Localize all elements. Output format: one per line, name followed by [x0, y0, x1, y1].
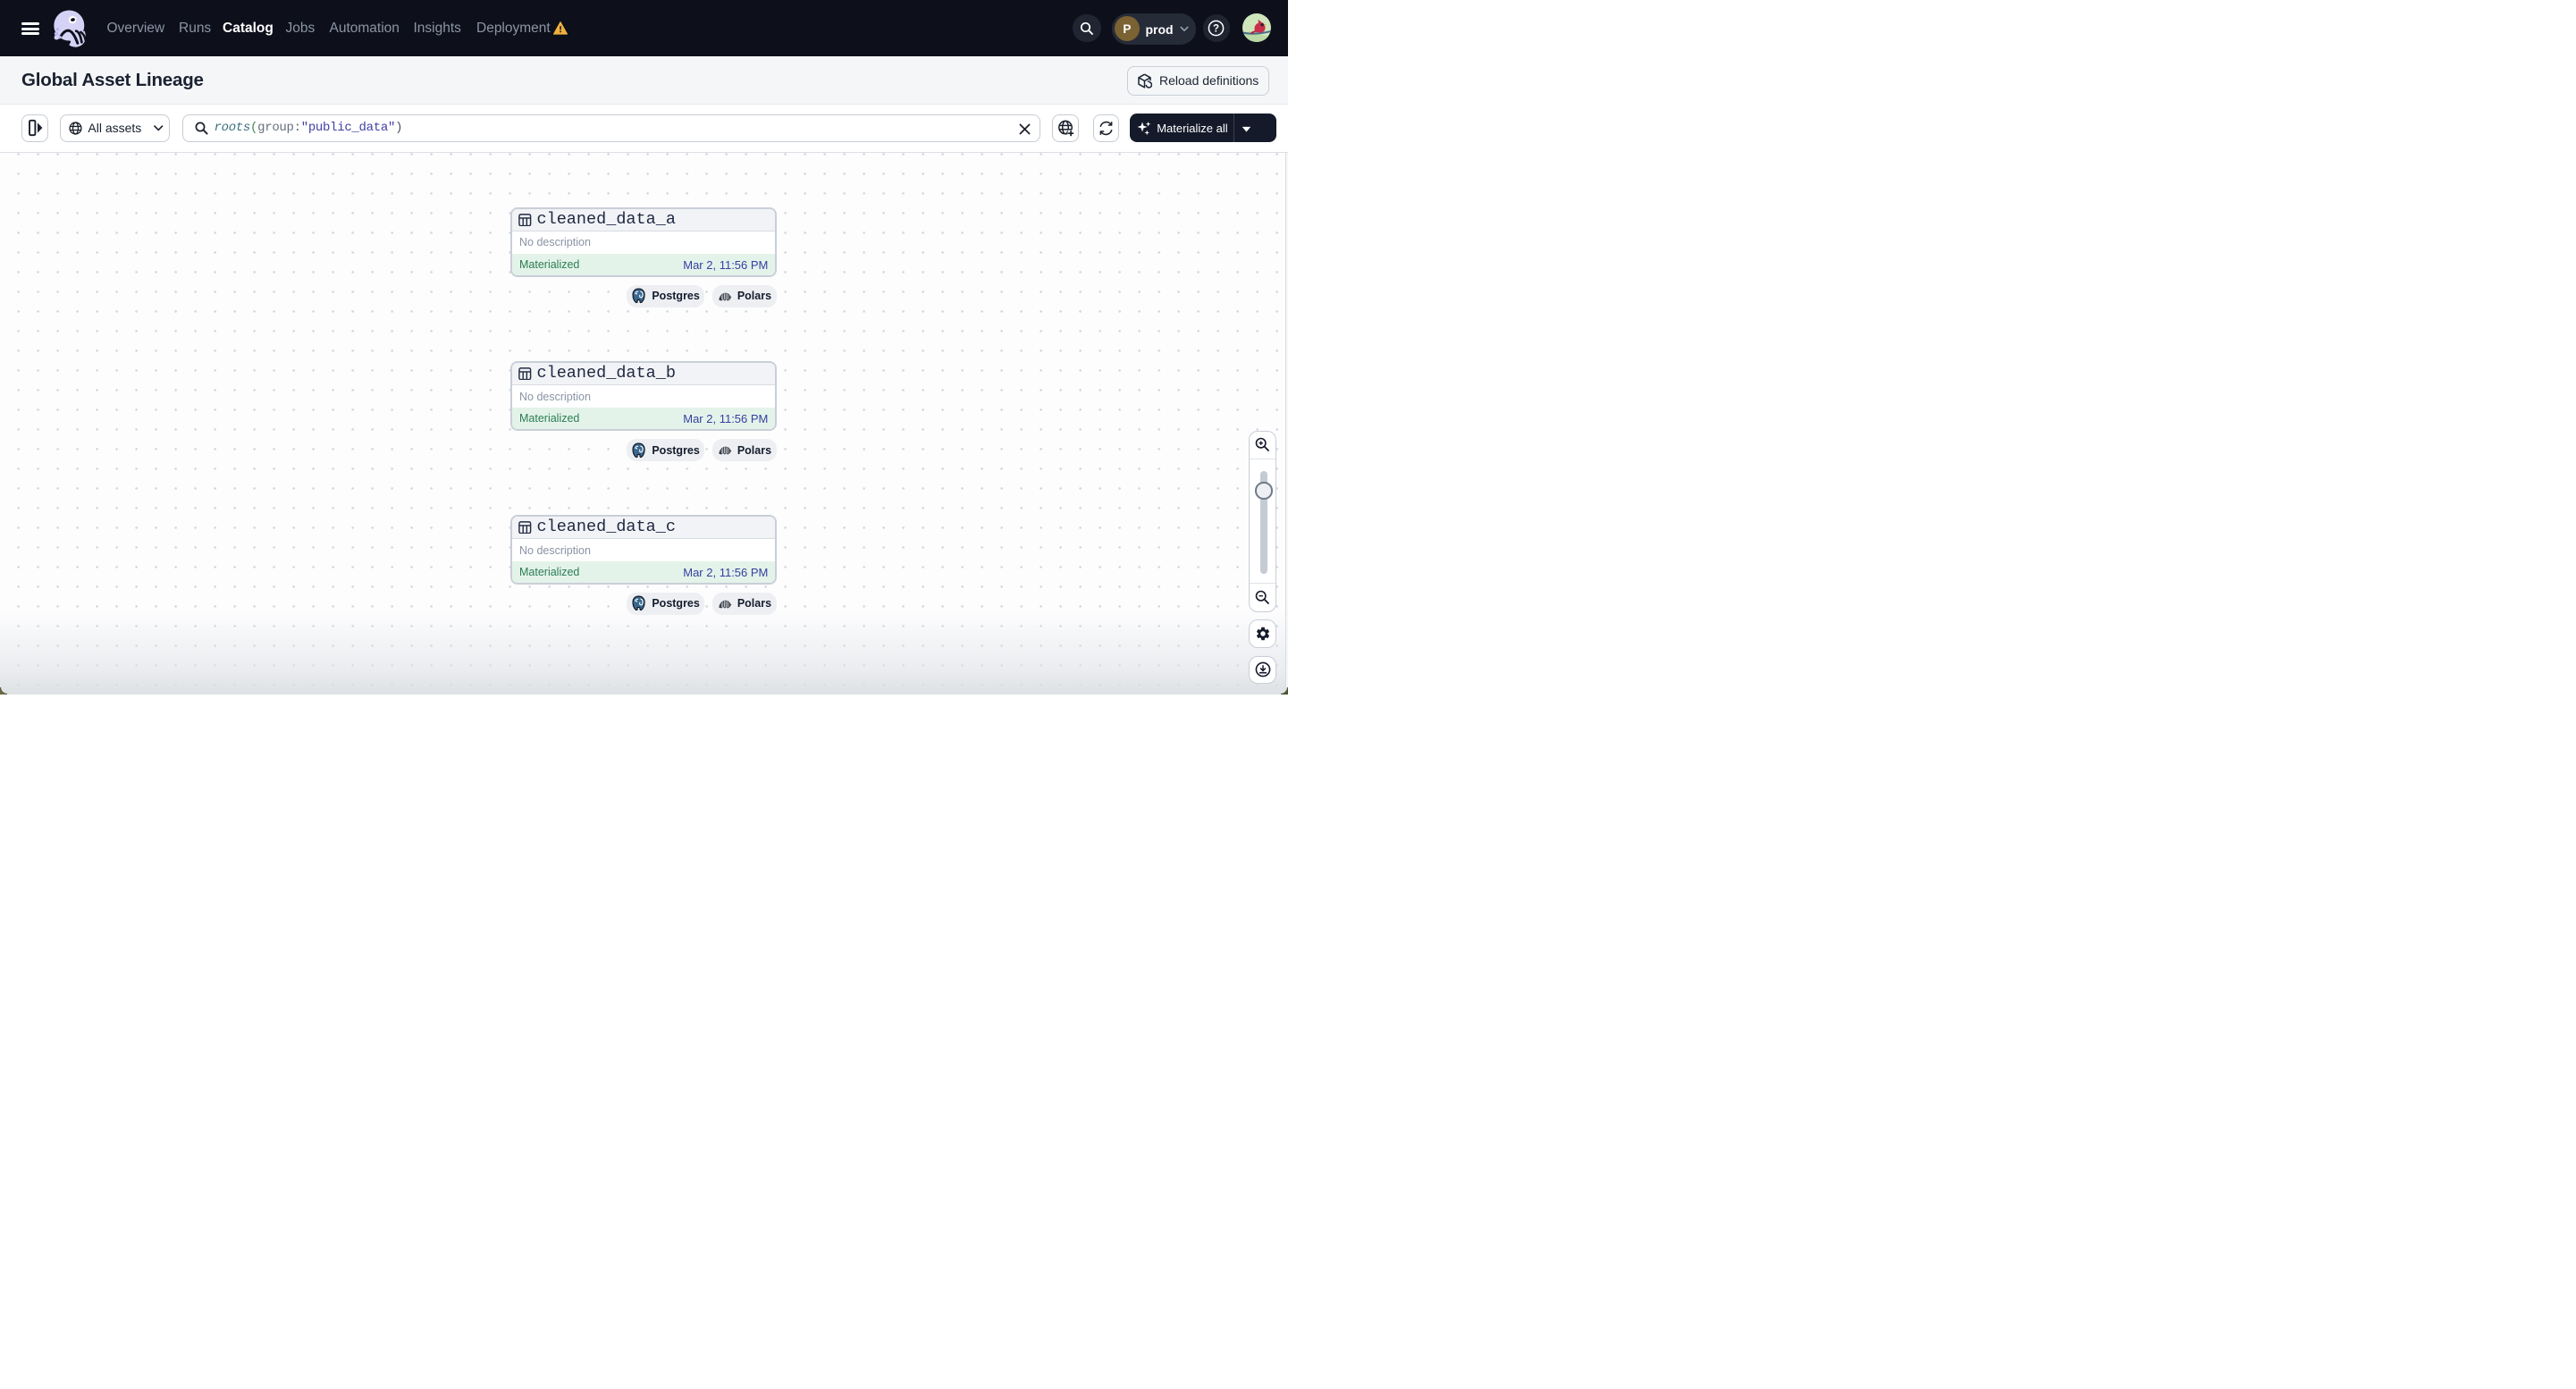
svg-text:?: ?	[1213, 23, 1219, 34]
